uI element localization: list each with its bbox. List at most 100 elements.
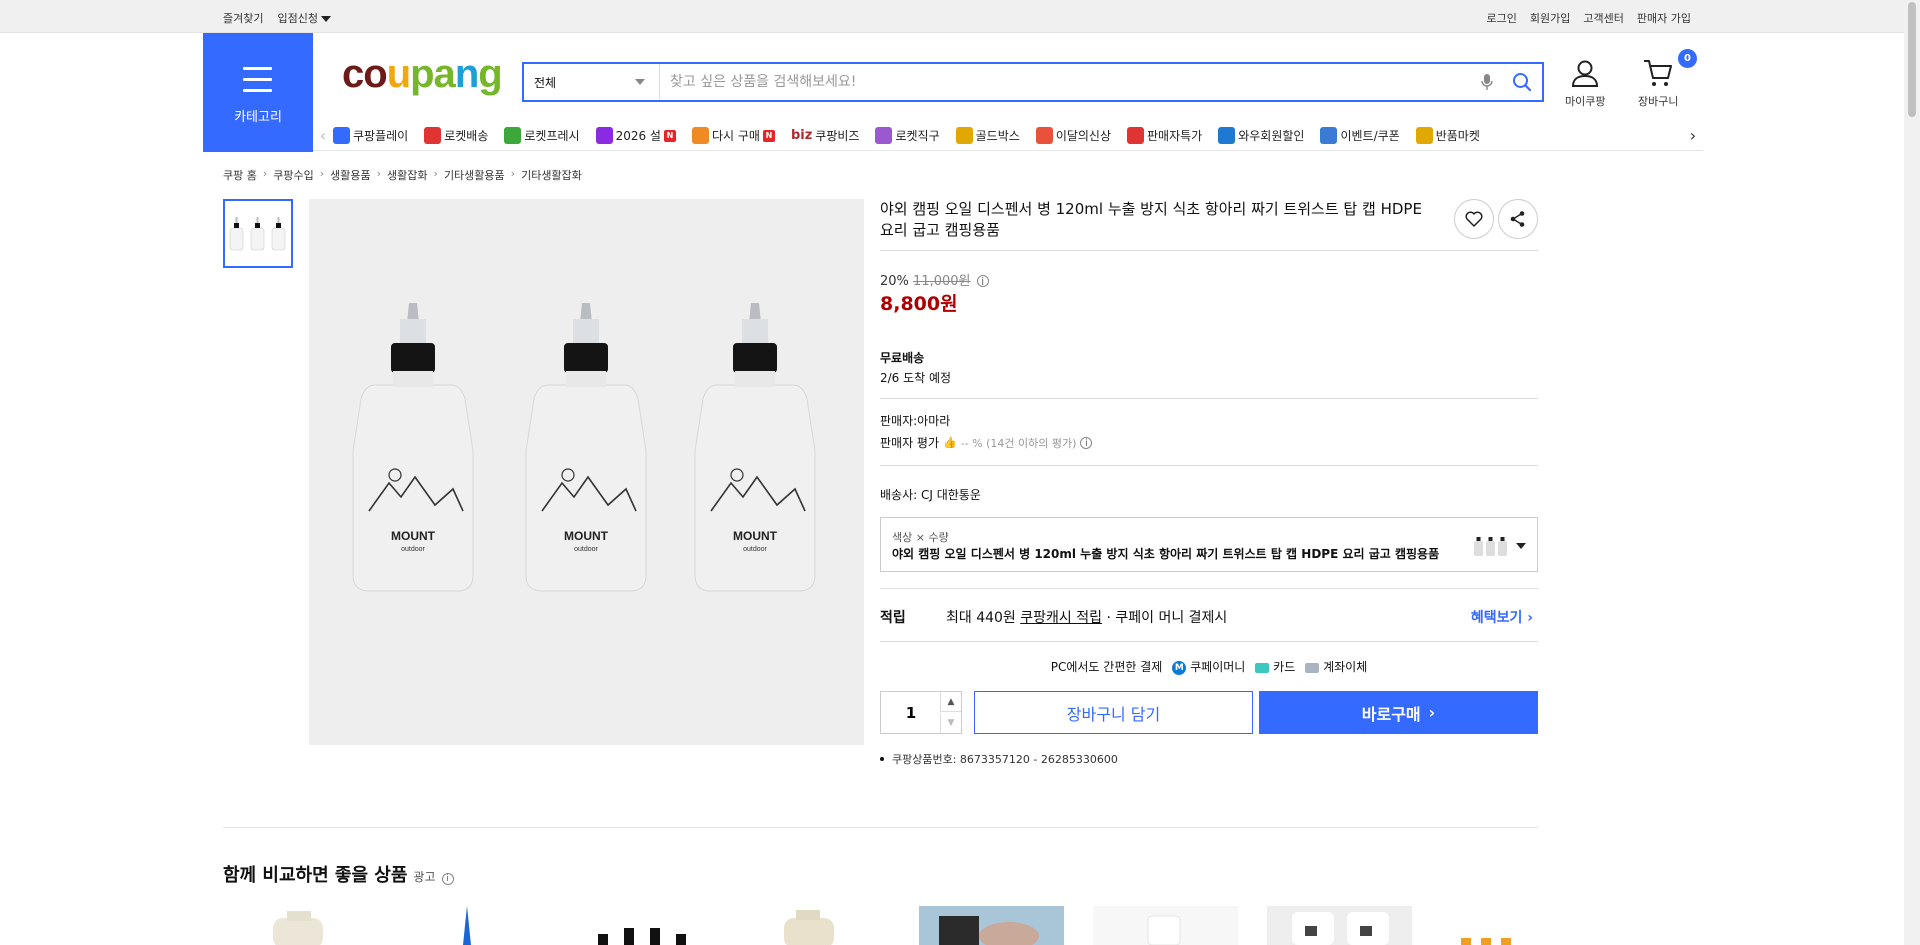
product-thumbnail[interactable] <box>223 199 293 268</box>
product-main-image[interactable]: MOUNT outdoor MOUNT outdoor MOUNT outdoor <box>309 199 864 745</box>
category-nav: ‹ 쿠팡플레이 로켓배송 로켓프레시 2026 설 N 다시 구매 N biz 쿠팡비즈 로켓직구… <box>313 121 1703 151</box>
recommend-product-thumbnail[interactable] <box>223 906 368 945</box>
sale-price: 8,800원 <box>880 293 958 315</box>
search-button[interactable] <box>1502 64 1542 100</box>
rocket-fresh-icon <box>504 127 522 144</box>
coupang-logo[interactable]: coupang <box>342 52 503 97</box>
wow-icon <box>1218 127 1236 144</box>
breadcrumb-item[interactable]: 생활용품 <box>330 167 370 183</box>
add-to-cart-button[interactable]: 장바구니 담기 <box>974 691 1253 734</box>
my-coupang-button[interactable]: 마이쿠팡 <box>1565 58 1605 109</box>
recommend-product-thumbnail[interactable] <box>919 906 1064 945</box>
wishlist-button[interactable] <box>1454 199 1494 239</box>
seller-signup-link[interactable]: 판매자 가입 <box>1637 10 1691 26</box>
home-icon <box>691 127 709 144</box>
category-nav-item[interactable]: biz 쿠팡비즈 <box>791 127 860 144</box>
quantity-input[interactable] <box>881 692 941 733</box>
divider <box>880 588 1538 589</box>
new-badge: N <box>663 129 676 142</box>
bank-transfer: 계좌이체 <box>1305 658 1367 675</box>
category-nav-items: 쿠팡플레이 로켓배송 로켓프레시 2026 설 N 다시 구매 N biz 쿠팡비즈 로켓직구 골드… <box>333 127 1678 144</box>
recommend-product-thumbnail[interactable] <box>397 906 542 945</box>
recommend-product-thumbnail[interactable] <box>744 906 889 945</box>
discount-rate: 20% <box>880 274 909 289</box>
bottle-brand: MOUNT <box>391 529 436 543</box>
recommend-product-thumbnail[interactable] <box>1093 906 1238 945</box>
bottle-brand: MOUNT <box>733 529 778 543</box>
card-payment: 카드 <box>1255 658 1295 675</box>
category-button[interactable]: 카테고리 <box>203 33 313 152</box>
coupon-icon <box>1320 127 1338 144</box>
scrollbar-thumb[interactable] <box>1908 2 1916 117</box>
top-right-links: 로그인 회원가입 고객센터 판매자 가입 <box>1487 10 1691 26</box>
quantity-increase-button[interactable]: ▲ <box>940 692 961 712</box>
recommend-product-thumbnail[interactable] <box>1441 906 1541 945</box>
option-select[interactable]: 색상 × 수량 야외 캠핑 오일 디스펜서 병 120ml 누출 방지 식초 항… <box>880 517 1538 572</box>
chevron-right-icon: › <box>1428 703 1436 722</box>
cart-button[interactable]: 0 장바구니 <box>1638 49 1697 109</box>
original-price: 11,000원 <box>913 274 971 289</box>
biz-logo: biz <box>790 128 813 143</box>
category-nav-item[interactable]: 반품마켓 <box>1415 127 1480 144</box>
recommend-title: 함께 비교하면 좋을 상품 광고 i <box>223 861 454 887</box>
search-input[interactable] <box>660 64 1472 100</box>
chevron-left-icon[interactable]: ‹ <box>313 126 333 145</box>
favorite-link[interactable]: 즐겨찾기 <box>223 10 263 26</box>
buy-now-button[interactable]: 바로구매 › <box>1259 691 1538 734</box>
info-icon[interactable]: i <box>1080 436 1093 449</box>
bottle-subtitle: outdoor <box>574 546 598 553</box>
chevron-right-icon: › <box>510 167 516 180</box>
chevron-right-icon[interactable]: › <box>1683 126 1703 145</box>
breadcrumb-item[interactable]: 쿠팡수입 <box>273 167 313 183</box>
play-icon <box>333 127 350 144</box>
search-scope-select[interactable]: 전체 <box>524 64 660 100</box>
chevron-right-icon: › <box>433 167 438 180</box>
category-nav-item[interactable]: 이달의신상 <box>1035 127 1111 144</box>
breadcrumb-item[interactable]: 기타생활잡화 <box>521 167 582 183</box>
search-icon <box>1513 73 1532 92</box>
category-nav-item[interactable]: 로켓직구 <box>875 127 940 144</box>
chevron-right-icon: › <box>1527 610 1533 626</box>
seller-name[interactable]: 판매자:아마라 <box>880 412 950 429</box>
bottle: MOUNT outdoor <box>694 303 816 592</box>
share-icon <box>1510 211 1525 227</box>
breadcrumb-item[interactable]: 쿠팡 홈 <box>223 167 257 183</box>
category-nav-item[interactable]: 이벤트/쿠폰 <box>1320 127 1400 144</box>
category-nav-item[interactable]: 로켓배송 <box>424 127 488 144</box>
gift-icon <box>595 127 613 144</box>
info-icon[interactable]: i <box>441 873 454 885</box>
cart-count-badge: 0 <box>1678 49 1697 68</box>
breadcrumb-item[interactable]: 기타생활용품 <box>444 167 505 183</box>
recommend-product-thumbnail[interactable] <box>1267 906 1412 945</box>
category-nav-item[interactable]: 다시 구매 N <box>691 127 775 144</box>
vertical-scrollbar[interactable] <box>1904 0 1920 945</box>
bottle: MOUNT outdoor <box>352 303 474 592</box>
category-nav-item[interactable]: 와우회원할인 <box>1218 127 1304 144</box>
category-nav-item[interactable]: 판매자특가 <box>1127 127 1202 144</box>
microphone-icon[interactable] <box>1472 64 1502 100</box>
quantity-stepper: ▲ ▼ <box>880 691 962 734</box>
breadcrumb-item[interactable]: 생활잡화 <box>387 167 427 183</box>
chevron-down-icon <box>320 16 331 22</box>
customer-center-link[interactable]: 고객센터 <box>1583 10 1623 26</box>
chevron-right-icon: › <box>319 167 325 180</box>
signup-link[interactable]: 회원가입 <box>1530 10 1570 26</box>
market-icon <box>1415 127 1433 144</box>
category-nav-item[interactable]: 로켓프레시 <box>504 127 580 144</box>
category-nav-item[interactable]: 2026 설N <box>595 127 676 144</box>
quantity-decrease-button[interactable]: ▼ <box>940 713 961 733</box>
category-nav-item[interactable]: 쿠팡플레이 <box>333 127 408 144</box>
share-button[interactable] <box>1498 199 1538 239</box>
login-link[interactable]: 로그인 <box>1487 10 1517 26</box>
bank-icon <box>1305 662 1320 673</box>
bottle-subtitle: outdoor <box>743 546 767 553</box>
bottle-image: MOUNT outdoor MOUNT outdoor MOUNT outdoor <box>352 303 816 592</box>
recommend-product-thumbnail[interactable] <box>570 906 715 945</box>
benefits-link[interactable]: 혜택보기 › <box>1471 607 1533 627</box>
option-value: 야외 캠핑 오일 디스펜서 병 120ml 누출 방지 식초 항아리 짜기 트위… <box>892 547 1440 561</box>
partner-apply-link[interactable]: 입점신청 <box>277 10 331 26</box>
cash-reward-link[interactable]: 쿠팡캐시 적립 <box>1020 610 1102 626</box>
info-icon[interactable]: i <box>976 275 989 287</box>
seller-rating: 판매자 평가 👍 -- % (14건 이하의 평가) i <box>880 434 1093 451</box>
category-nav-item[interactable]: 골드박스 <box>955 127 1020 144</box>
